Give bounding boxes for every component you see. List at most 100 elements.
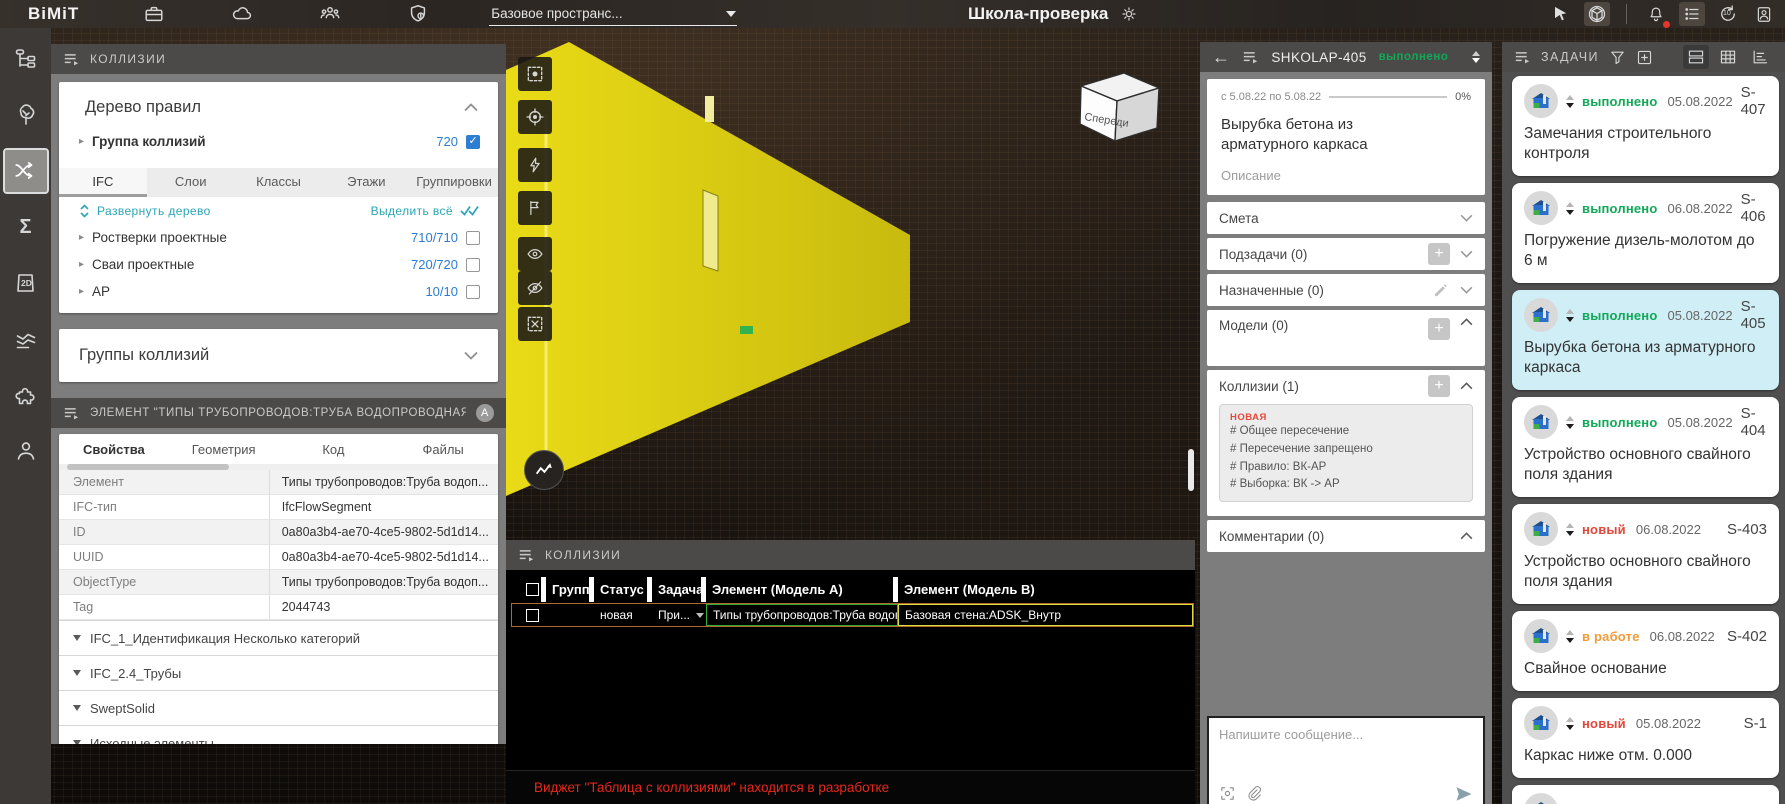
profile-icon[interactable] bbox=[5, 430, 47, 472]
priority-sort-icon[interactable] bbox=[1566, 522, 1574, 536]
priority-sort-icon[interactable] bbox=[1566, 629, 1574, 643]
collisions-tool-icon[interactable] bbox=[2, 148, 49, 194]
col-element-a[interactable]: Элемент (Модель A) bbox=[706, 577, 898, 602]
task-description-placeholder[interactable]: Описание bbox=[1221, 168, 1471, 183]
priority-sort-icon[interactable] bbox=[1566, 308, 1574, 322]
section-comments[interactable]: Комментарии (0) bbox=[1207, 520, 1485, 553]
navigation-cube[interactable]: Спереди bbox=[1078, 72, 1162, 143]
chevron-up-icon[interactable] bbox=[1460, 382, 1473, 390]
view-list-icon[interactable] bbox=[1683, 45, 1709, 69]
add-subtask-button[interactable]: + bbox=[1428, 243, 1450, 265]
select-all-checkbox[interactable] bbox=[526, 583, 539, 596]
admin-shield-icon[interactable] bbox=[405, 3, 431, 25]
task-card[interactable]: новый 05.08.2022 S-2 Последовательное вы… bbox=[1512, 785, 1779, 804]
back-arrow-icon[interactable]: ← bbox=[1212, 48, 1230, 66]
scroll-arrows-icon[interactable] bbox=[1472, 51, 1480, 63]
account-icon[interactable] bbox=[1751, 2, 1777, 26]
task-card[interactable]: выполнено 05.08.2022 S-405 Вырубка бетон… bbox=[1512, 290, 1779, 390]
walkthrough-icon[interactable] bbox=[524, 450, 564, 490]
add-model-button[interactable]: + bbox=[1428, 318, 1450, 340]
section-models[interactable]: Модели (0) + bbox=[1207, 310, 1485, 366]
collapse-chevron-icon[interactable] bbox=[464, 103, 478, 112]
expand-arrow-icon[interactable]: ▸ bbox=[79, 286, 84, 297]
property-group-row[interactable]: IFC_2.4_Трубы bbox=[59, 655, 498, 690]
col-element-b[interactable]: Элемент (Модель B) bbox=[898, 577, 1195, 602]
cell-task-dropdown[interactable]: При... bbox=[652, 604, 706, 626]
col-task[interactable]: Задача bbox=[652, 577, 706, 602]
row-checkbox[interactable] bbox=[466, 257, 480, 272]
priority-sort-icon[interactable] bbox=[1566, 716, 1574, 730]
property-group-row[interactable]: IFC_1_Идентификация Несколько категорий bbox=[59, 620, 498, 655]
expand-arrow-icon[interactable]: ▸ bbox=[79, 259, 84, 270]
tab-floors[interactable]: Этажи bbox=[322, 168, 410, 197]
select-area-icon[interactable] bbox=[518, 57, 552, 91]
tree-root-row[interactable]: ▸ Группа коллизий 720 bbox=[59, 125, 498, 158]
users-icon[interactable] bbox=[317, 3, 343, 25]
cloud-icon[interactable] bbox=[229, 3, 255, 25]
task-card[interactable]: новый 05.08.2022 S-1 Каркас ниже отм. 0.… bbox=[1512, 698, 1779, 778]
task-card[interactable]: выполнено 05.08.2022 S-404 Устройство ос… bbox=[1512, 397, 1779, 497]
sigma-totals-icon[interactable]: Σ bbox=[5, 206, 47, 248]
expand-arrow-icon[interactable]: ▸ bbox=[79, 232, 84, 243]
col-group[interactable]: Группа bbox=[546, 577, 594, 602]
expand-chevron-icon[interactable] bbox=[464, 351, 478, 360]
priority-sort-icon[interactable] bbox=[1566, 94, 1574, 108]
chevron-up-icon[interactable] bbox=[1460, 532, 1473, 540]
chevron-down-icon[interactable] bbox=[1460, 250, 1473, 258]
chevron-up-icon[interactable] bbox=[1460, 318, 1473, 326]
screenshot-icon[interactable] bbox=[1219, 785, 1236, 802]
tab-groupings[interactable]: Группировки bbox=[410, 168, 498, 197]
view-table-icon[interactable] bbox=[1715, 45, 1741, 69]
task-card[interactable]: новый 06.08.2022 S-403 Устройство основн… bbox=[1512, 504, 1779, 604]
show-eye-icon[interactable] bbox=[518, 237, 552, 271]
charts-icon[interactable] bbox=[5, 318, 47, 360]
hide-eye-off-icon[interactable] bbox=[518, 271, 552, 305]
cursor-tool-icon[interactable] bbox=[1548, 2, 1574, 26]
cell-element-b[interactable]: Базовая стена:ADSK_Внутр bbox=[898, 604, 1193, 626]
history-icon[interactable]: 10 bbox=[1715, 2, 1741, 26]
collision-groups-card[interactable]: Группы коллизий bbox=[59, 329, 498, 382]
view-gantt-icon[interactable] bbox=[1747, 45, 1773, 69]
attach-paperclip-icon[interactable] bbox=[1246, 785, 1262, 802]
tree-row[interactable]: ▸ Ростверки проектные 710/710 bbox=[59, 224, 498, 251]
section-assigned[interactable]: Назначенные (0) bbox=[1207, 274, 1485, 306]
send-message-icon[interactable] bbox=[1455, 786, 1473, 802]
workspace-dropdown[interactable]: Базовое пространс... bbox=[489, 3, 738, 26]
add-collision-button[interactable]: + bbox=[1428, 375, 1450, 397]
tab-code[interactable]: Код bbox=[279, 434, 389, 464]
row-checkbox[interactable] bbox=[526, 608, 539, 622]
section-subtasks[interactable]: Подзадачи (0) + bbox=[1207, 238, 1485, 270]
projects-briefcase-icon[interactable] bbox=[141, 3, 167, 25]
section-estimate[interactable]: Смета bbox=[1207, 202, 1485, 234]
collisions-panel-header[interactable]: КОЛЛИЗИИ bbox=[51, 44, 506, 74]
expand-arrow-icon[interactable]: ▸ bbox=[79, 136, 84, 147]
collisions-dock-header[interactable]: КОЛЛИЗИИ bbox=[506, 540, 1195, 570]
root-checkbox[interactable] bbox=[466, 134, 480, 149]
tab-ifc[interactable]: IFC bbox=[59, 168, 147, 197]
lightning-icon[interactable] bbox=[518, 148, 552, 182]
cell-element-a[interactable]: Типы трубопроводов:Труба водопр bbox=[706, 604, 898, 626]
select-all-link[interactable]: Выделить всё bbox=[371, 204, 453, 218]
filter-funnel-icon[interactable] bbox=[1609, 49, 1626, 66]
activity-log-icon[interactable] bbox=[1679, 2, 1705, 26]
row-checkbox[interactable] bbox=[466, 284, 480, 299]
tab-properties[interactable]: Свойства bbox=[59, 434, 169, 464]
chevron-down-icon[interactable] bbox=[1460, 214, 1473, 222]
structure-tree-icon[interactable] bbox=[5, 38, 47, 80]
property-group-row[interactable]: SweptSolid bbox=[59, 690, 498, 725]
edit-pencil-icon[interactable] bbox=[1432, 281, 1450, 299]
notifications-bell-icon[interactable] bbox=[1643, 2, 1670, 28]
2d-view-icon[interactable]: 2D bbox=[5, 262, 47, 304]
add-task-icon[interactable] bbox=[1636, 49, 1653, 66]
viewport-3d[interactable]: Спереди КОЛЛИЗИИ Группа Статус Задача Эл… bbox=[506, 28, 1195, 804]
locate-target-icon[interactable] bbox=[518, 100, 552, 134]
deselect-box-icon[interactable] bbox=[518, 307, 552, 341]
expand-tree-link[interactable]: Развернуть дерево bbox=[97, 204, 211, 218]
settings-gear-icon[interactable] bbox=[1120, 5, 1138, 23]
task-card[interactable]: выполнено 06.08.2022 S-406 Погружение ди… bbox=[1512, 183, 1779, 283]
priority-sort-icon[interactable] bbox=[1566, 201, 1574, 215]
tab-classes[interactable]: Классы bbox=[235, 168, 323, 197]
property-group-row[interactable]: Исходные элементы bbox=[59, 725, 498, 744]
tab-files[interactable]: Файлы bbox=[388, 434, 498, 464]
app-logo[interactable]: BiMiT bbox=[28, 4, 79, 24]
